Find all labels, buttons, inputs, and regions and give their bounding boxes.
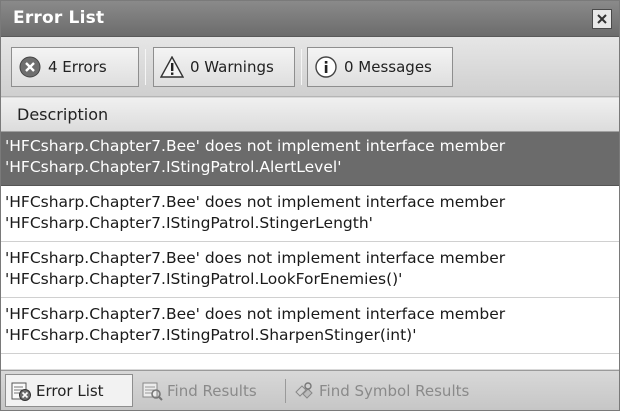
- column-header: Description: [1, 98, 619, 132]
- close-icon: [597, 14, 607, 24]
- info-icon: [314, 55, 338, 79]
- error-description-line1: 'HFCsharp.Chapter7.Bee' does not impleme…: [5, 193, 506, 211]
- error-description-line1: 'HFCsharp.Chapter7.Bee' does not impleme…: [5, 137, 506, 155]
- filter-toolbar: 4 Errors 0 Warnings 0 Messages: [1, 37, 619, 97]
- error-description-line2: 'HFCsharp.Chapter7.IStingPatrol.LookForE…: [5, 270, 403, 288]
- error-icon: [18, 55, 42, 79]
- find-symbol-results-icon: [293, 380, 315, 402]
- description-column-header[interactable]: Description: [17, 105, 108, 124]
- window-title: Error List: [13, 8, 105, 28]
- messages-filter-label: 0 Messages: [344, 58, 432, 76]
- errors-filter-label: 4 Errors: [48, 58, 107, 76]
- warnings-filter-label: 0 Warnings: [190, 58, 274, 76]
- error-description-line2: 'HFCsharp.Chapter7.IStingPatrol.StingerL…: [5, 214, 373, 232]
- title-bar: Error List: [1, 1, 619, 37]
- error-description-line1: 'HFCsharp.Chapter7.Bee' does not impleme…: [5, 305, 506, 323]
- error-list-window: Error List 4 Errors 0 Warnings 0 Message…: [0, 0, 620, 411]
- close-button[interactable]: [592, 9, 612, 29]
- toolbar-separator: [145, 49, 146, 85]
- tab-find-results-label: Find Results: [167, 381, 257, 400]
- error-rows: 'HFCsharp.Chapter7.Bee' does not impleme…: [1, 132, 619, 369]
- table-row[interactable]: 'HFCsharp.Chapter7.Bee' does not impleme…: [1, 132, 619, 186]
- tab-error-list[interactable]: Error List: [5, 374, 133, 407]
- error-description-line2: 'HFCsharp.Chapter7.IStingPatrol.SharpenS…: [5, 326, 417, 344]
- find-results-icon: [141, 380, 163, 402]
- table-row[interactable]: 'HFCsharp.Chapter7.Bee' does not impleme…: [1, 188, 619, 242]
- error-description-line1: 'HFCsharp.Chapter7.Bee' does not impleme…: [5, 249, 506, 267]
- errors-filter-button[interactable]: 4 Errors: [11, 47, 139, 87]
- tab-error-list-label: Error List: [36, 381, 104, 400]
- error-list-icon: [10, 380, 32, 402]
- tab-find-results[interactable]: Find Results: [137, 374, 281, 407]
- table-row[interactable]: 'HFCsharp.Chapter7.Bee' does not impleme…: [1, 300, 619, 354]
- tab-separator: [285, 379, 286, 403]
- error-description-line2: 'HFCsharp.Chapter7.IStingPatrol.AlertLev…: [5, 158, 342, 176]
- messages-filter-button[interactable]: 0 Messages: [307, 47, 453, 87]
- warnings-filter-button[interactable]: 0 Warnings: [153, 47, 295, 87]
- tab-find-symbol-results[interactable]: Find Symbol Results: [289, 374, 499, 407]
- table-row[interactable]: 'HFCsharp.Chapter7.Bee' does not impleme…: [1, 244, 619, 298]
- bottom-tab-strip: Error List Find Results Find Symbol Resu…: [1, 370, 619, 410]
- toolbar-separator: [301, 49, 302, 85]
- warning-icon: [160, 55, 184, 79]
- tab-find-symbol-results-label: Find Symbol Results: [319, 381, 470, 400]
